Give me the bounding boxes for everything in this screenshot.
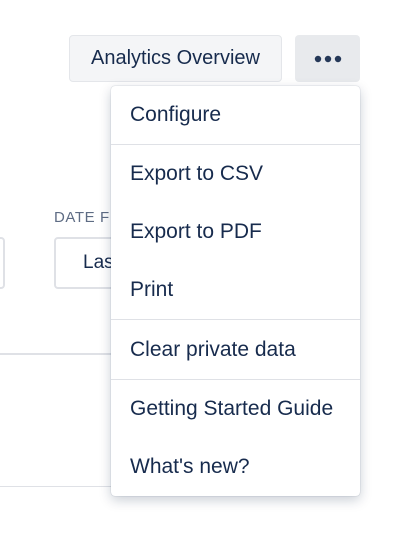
menu-item-print[interactable]: Print [111,262,360,318]
menu-separator [111,144,360,145]
more-horizontal-icon [313,50,343,68]
section-divider [0,353,120,355]
menu-item-getting-started-guide[interactable]: Getting Started Guide [111,381,360,437]
menu-separator [111,319,360,320]
menu-item-export-pdf[interactable]: Export to PDF [111,204,360,260]
analytics-overview-button[interactable]: Analytics Overview [69,35,282,82]
menu-item-configure[interactable]: Configure [111,87,360,143]
more-actions-menu: Configure Export to CSV Export to PDF Pr… [111,86,360,496]
more-actions-button[interactable] [295,35,360,82]
section-divider-bottom [0,486,120,487]
date-range-label: DATE F [54,209,110,226]
menu-item-export-csv[interactable]: Export to CSV [111,146,360,202]
filter-input-left[interactable] [0,237,5,289]
menu-separator [111,379,360,380]
menu-item-clear-private-data[interactable]: Clear private data [111,322,360,378]
menu-item-whats-new[interactable]: What's new? [111,439,360,495]
